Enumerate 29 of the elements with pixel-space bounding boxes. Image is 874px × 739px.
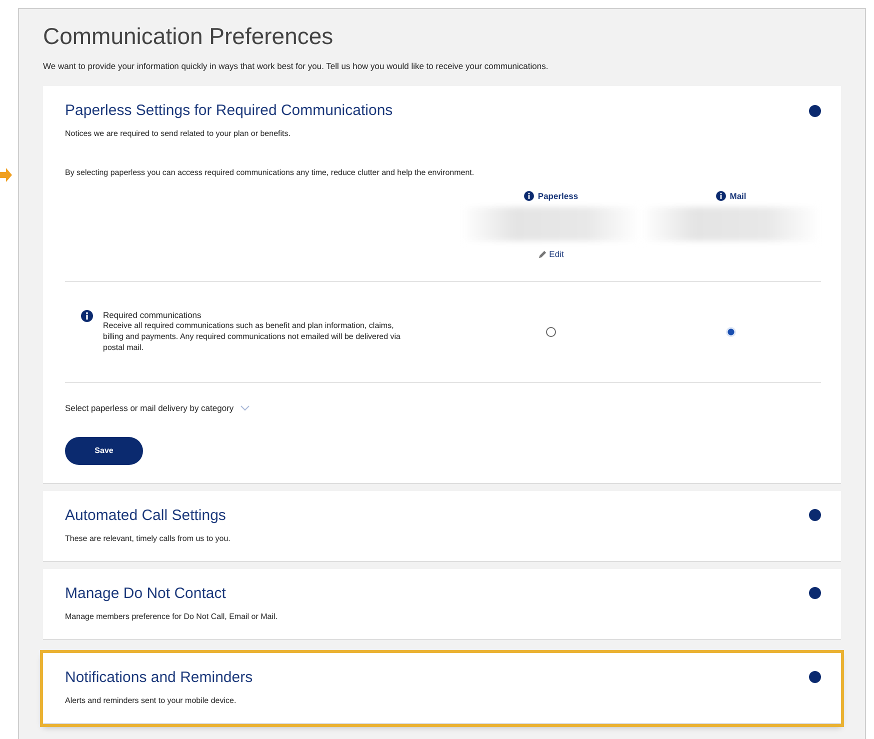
section-subtitle: Manage members preference for Do Not Call, Email or Mail. [65,612,279,621]
save-button[interactable]: Save [65,436,143,465]
section-subtitle: These are relevant, timely calls from us to you. [65,534,232,543]
row-description: Receive all required communications such as benefit and plan information, claims, billing and payments. Any required communications not emailed will be delivered via postal mail. [103,320,402,354]
section-title[interactable]: Automated Call Settings [65,506,226,524]
info-icon[interactable] [524,191,534,201]
column-label: Mail [730,191,746,201]
info-icon[interactable] [716,191,726,201]
row-title: Required communications [103,310,202,320]
section-subtitle: Alerts and reminders sent to your mobile device. [65,696,238,705]
section-title[interactable]: Manage Do Not Contact [65,584,226,602]
section-dot-icon [809,671,821,684]
section-dot-icon [809,587,821,600]
pencil-icon [538,250,548,259]
edit-link[interactable]: Edit [538,249,564,259]
category-toggle[interactable]: Select paperless or mail delivery by category [65,396,250,419]
radio-button[interactable] [546,326,556,337]
section-title[interactable]: Notifications and Reminders [65,668,253,686]
page-title: Communication Preferences [43,23,334,50]
section-subtitle: Notices we are required to send related to your plan or benefits. [65,129,292,138]
radio-button[interactable] [726,326,736,337]
section-dot-icon [809,104,821,116]
column-label: Paperless [538,191,578,201]
note-text: By selecting paperless you can access required communications any time, reduce clutter and help the environment. [65,168,476,177]
pointer-arrow-icon [0,168,12,182]
intro-text: We want to provide your information quickly in ways that work best for you. Tell us how you would like to receive your communications. [43,61,550,71]
section-title: Paperless Settings for Required Communications [65,102,393,119]
chevron-down-icon [240,404,250,411]
section-dot-icon [809,509,821,522]
